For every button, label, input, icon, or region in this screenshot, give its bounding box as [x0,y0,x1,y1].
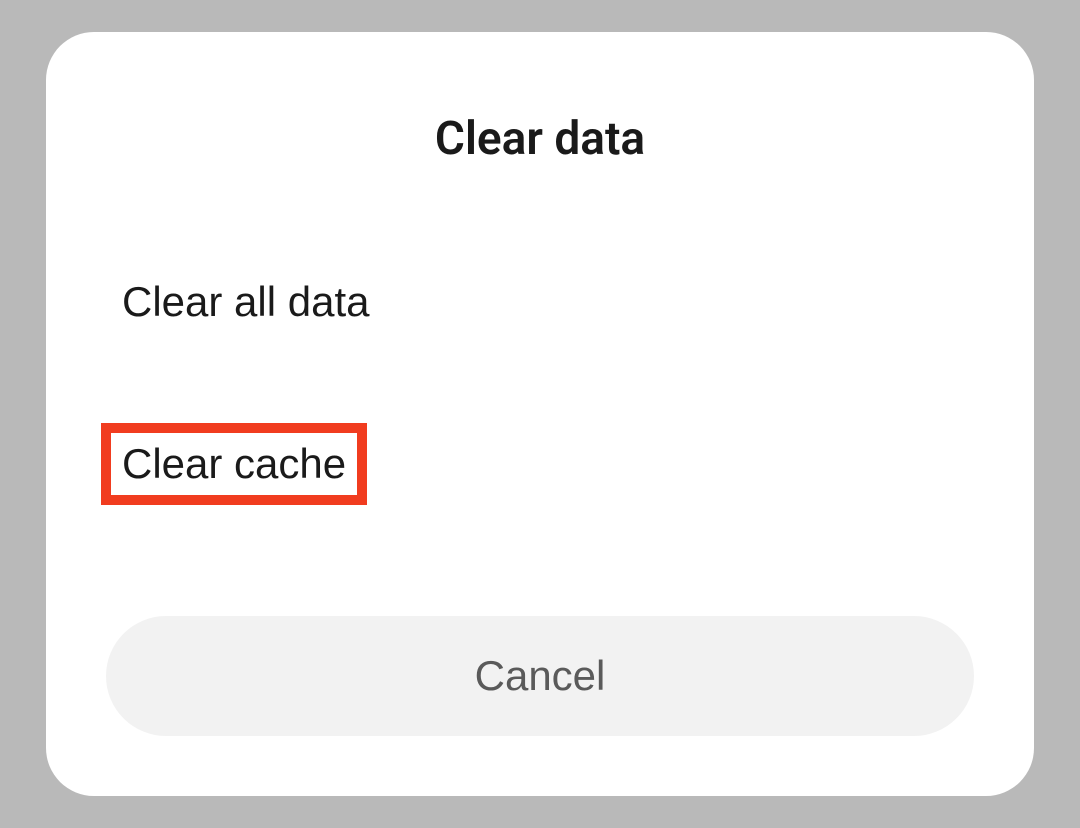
cancel-button[interactable]: Cancel [106,616,974,736]
spacer [46,500,1034,616]
option-label: Clear all data [122,278,369,325]
dialog-title: Clear data [46,112,1034,166]
clear-cache-option[interactable]: Clear cache [106,428,362,500]
clear-all-data-option[interactable]: Clear all data [106,266,385,338]
cancel-label: Cancel [475,652,606,699]
clear-data-dialog: Clear data Clear all data Clear cache Ca… [46,32,1034,796]
dialog-options: Clear all data Clear cache [46,266,1034,500]
option-label: Clear cache [122,440,346,487]
